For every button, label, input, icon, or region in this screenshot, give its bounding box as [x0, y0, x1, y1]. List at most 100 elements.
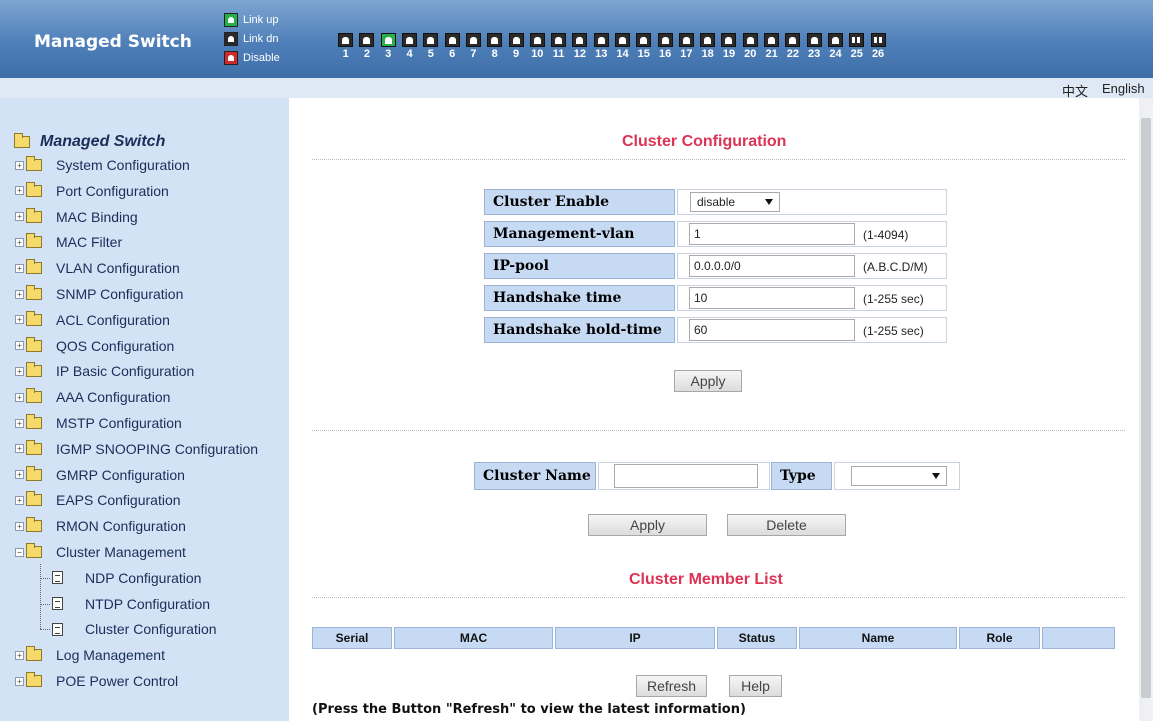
sidebar-item-mac-filter[interactable]: + MAC Filter — [15, 232, 122, 252]
sidebar-item-label: POE Power Control — [56, 673, 179, 689]
port-21[interactable]: 21 — [761, 33, 782, 60]
collapse-icon[interactable]: − — [15, 547, 24, 557]
sidebar-item-cluster-management[interactable]: − Cluster Management — [15, 542, 186, 562]
expand-icon[interactable]: + — [15, 237, 24, 247]
config-apply-button[interactable]: Apply — [674, 370, 742, 392]
legend-label: Link up — [243, 13, 279, 26]
tree-connector — [40, 577, 50, 579]
port-6[interactable]: 6 — [441, 33, 462, 60]
lang-english-link[interactable]: English — [1102, 81, 1145, 96]
sidebar-item-label: MAC Binding — [56, 208, 138, 225]
expand-icon[interactable]: + — [15, 495, 24, 505]
port-7[interactable]: 7 — [463, 33, 484, 60]
sidebar-item-ndp-configuration[interactable]: NDP Configuration — [52, 568, 201, 588]
folder-icon — [26, 181, 42, 197]
tree-root-label: Managed Switch — [40, 133, 166, 150]
port-19[interactable]: 19 — [718, 33, 739, 60]
sidebar-item-log-management[interactable]: + Log Management — [15, 645, 165, 665]
sidebar-item-label: Cluster Management — [56, 544, 186, 560]
expand-icon[interactable]: + — [15, 366, 24, 376]
expand-icon[interactable]: + — [15, 444, 24, 454]
ethernet-port-icon — [487, 33, 503, 47]
sidebar-item-mac-binding[interactable]: + MAC Binding — [15, 207, 138, 227]
expand-icon[interactable]: + — [15, 521, 24, 531]
scrollbar-thumb[interactable] — [1141, 118, 1151, 698]
port-22[interactable]: 22 — [782, 33, 803, 60]
document-icon — [52, 622, 63, 636]
port-number: 21 — [765, 48, 778, 60]
expand-icon[interactable]: + — [15, 160, 24, 170]
sidebar-item-snmp-configuration[interactable]: + SNMP Configuration — [15, 284, 183, 304]
help-button[interactable]: Help — [729, 675, 782, 697]
expand-icon[interactable]: + — [15, 392, 24, 402]
port-14[interactable]: 14 — [612, 33, 633, 60]
port-3[interactable]: 3 — [378, 33, 399, 60]
expand-icon[interactable]: + — [15, 289, 24, 299]
sidebar-item-ip-basic-configuration[interactable]: + IP Basic Configuration — [15, 361, 194, 381]
expand-icon[interactable]: + — [15, 650, 24, 660]
ethernet-port-icon — [359, 33, 375, 47]
expand-icon[interactable]: + — [15, 212, 24, 222]
refresh-button[interactable]: Refresh — [636, 675, 707, 697]
port-1[interactable]: 1 — [335, 33, 356, 60]
sidebar-item-poe-power-control[interactable]: + POE Power Control — [15, 671, 178, 691]
sidebar-item-gmrp-configuration[interactable]: + GMRP Configuration — [15, 465, 185, 485]
port-24[interactable]: 24 — [825, 33, 846, 60]
sidebar-item-mstp-configuration[interactable]: + MSTP Configuration — [15, 413, 182, 433]
sidebar-item-rmon-configuration[interactable]: + RMON Configuration — [15, 516, 186, 536]
sidebar-item-aaa-configuration[interactable]: + AAA Configuration — [15, 387, 170, 407]
port-9[interactable]: 9 — [505, 33, 526, 60]
expand-icon[interactable]: + — [15, 470, 24, 480]
port-16[interactable]: 16 — [654, 33, 675, 60]
cluster-name-label: Cluster Name — [474, 462, 596, 490]
port-4[interactable]: 4 — [399, 33, 420, 60]
delete-button[interactable]: Delete — [727, 514, 846, 536]
sidebar-item-acl-configuration[interactable]: + ACL Configuration — [15, 310, 170, 330]
sidebar-item-vlan-configuration[interactable]: + VLAN Configuration — [15, 258, 180, 278]
port-5[interactable]: 5 — [420, 33, 441, 60]
expand-icon[interactable]: + — [15, 676, 24, 686]
expand-icon[interactable]: + — [15, 263, 24, 273]
port-12[interactable]: 12 — [569, 33, 590, 60]
sidebar-item-port-configuration[interactable]: + Port Configuration — [15, 181, 169, 201]
sidebar-item-cluster-configuration[interactable]: Cluster Configuration — [52, 619, 217, 639]
port-18[interactable]: 18 — [697, 33, 718, 60]
expand-icon[interactable]: + — [15, 315, 24, 325]
sidebar-item-label: IGMP SNOOPING Configuration — [56, 440, 259, 457]
sidebar-item-system-configuration[interactable]: + System Configuration — [15, 155, 190, 175]
ethernet-port-icon — [572, 33, 588, 47]
expand-icon[interactable]: + — [15, 341, 24, 351]
port-2[interactable]: 2 — [356, 33, 377, 60]
handshake-hold-time-hint: (1-255 sec) — [863, 324, 924, 338]
expand-icon[interactable]: + — [15, 186, 24, 196]
port-20[interactable]: 20 — [740, 33, 761, 60]
type-select[interactable] — [851, 466, 947, 486]
port-8[interactable]: 8 — [484, 33, 505, 60]
port-23[interactable]: 23 — [804, 33, 825, 60]
handshake-time-input[interactable] — [689, 287, 855, 309]
tree-root[interactable]: Managed Switch — [14, 133, 165, 151]
port-15[interactable]: 15 — [633, 33, 654, 60]
sidebar-item-igmp-snooping-configuration[interactable]: + IGMP SNOOPING Configuration — [15, 439, 258, 459]
sidebar-item-qos-configuration[interactable]: + QOS Configuration — [15, 336, 174, 356]
sidebar-item-eaps-configuration[interactable]: + EAPS Configuration — [15, 490, 181, 510]
ip-pool-input[interactable] — [689, 255, 855, 277]
cluster-name-input[interactable] — [614, 464, 758, 488]
expand-icon[interactable]: + — [15, 418, 24, 428]
port-25[interactable]: 25 — [846, 33, 867, 60]
handshake-hold-time-input[interactable] — [689, 319, 855, 341]
name-apply-button[interactable]: Apply — [588, 514, 707, 536]
cluster-enable-select[interactable]: disable — [690, 192, 780, 212]
port-26[interactable]: 26 — [867, 33, 888, 60]
ethernet-port-icon — [593, 33, 609, 47]
management-vlan-hint: (1-4094) — [863, 228, 909, 242]
folder-icon — [26, 336, 42, 352]
port-number: 1 — [342, 48, 349, 60]
sidebar-item-ntdp-configuration[interactable]: NTDP Configuration — [52, 594, 210, 614]
management-vlan-input[interactable] — [689, 223, 855, 245]
port-10[interactable]: 10 — [527, 33, 548, 60]
port-13[interactable]: 13 — [591, 33, 612, 60]
port-disabled-icon — [224, 50, 238, 65]
port-17[interactable]: 17 — [676, 33, 697, 60]
port-11[interactable]: 11 — [548, 33, 569, 60]
